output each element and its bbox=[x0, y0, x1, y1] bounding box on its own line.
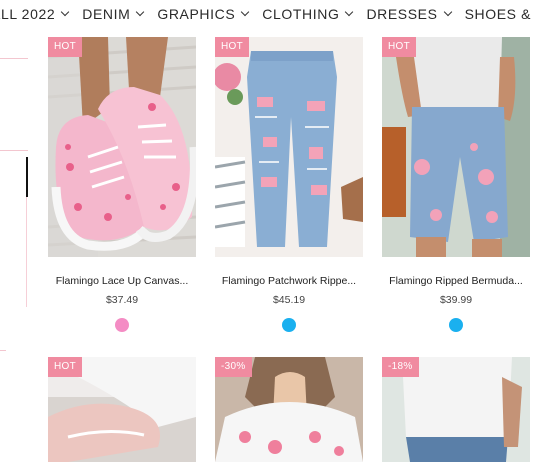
product-badge: HOT bbox=[48, 357, 83, 377]
product-name[interactable]: Flamingo Patchwork Rippe... bbox=[209, 275, 369, 287]
product-badge: -18% bbox=[382, 357, 419, 377]
nav-label: GRAPHICS bbox=[157, 6, 236, 22]
product-badge: HOT bbox=[215, 37, 250, 57]
nav-label: SHOES & A bbox=[464, 6, 534, 22]
sidebar-scroll-thumb[interactable] bbox=[26, 157, 28, 197]
nav-label: ALL 2022 bbox=[0, 6, 56, 22]
chevron-down-icon bbox=[241, 7, 250, 17]
sidebar-scroll-track bbox=[26, 197, 27, 307]
product-image[interactable] bbox=[382, 37, 530, 257]
color-swatch[interactable] bbox=[115, 318, 129, 332]
chevron-down-icon bbox=[136, 7, 145, 17]
nav-item-graphics[interactable]: GRAPHICS bbox=[157, 6, 250, 22]
nav-label: DRESSES bbox=[366, 6, 438, 22]
color-swatch[interactable] bbox=[282, 318, 296, 332]
chevron-down-icon bbox=[443, 7, 452, 17]
product-badge: -30% bbox=[215, 357, 252, 377]
product-price: $37.49 bbox=[105, 294, 139, 306]
product-image[interactable] bbox=[215, 37, 363, 257]
sidebar-divider bbox=[0, 58, 28, 59]
product-name[interactable]: Flamingo Lace Up Canvas... bbox=[42, 275, 202, 287]
chevron-down-icon bbox=[60, 7, 70, 17]
product-name[interactable]: Flamingo Ripped Bermuda... bbox=[376, 275, 534, 287]
top-navigation: ALL 2022 DENIM GRAPHICS CLOTHING DRESSES… bbox=[0, 0, 534, 32]
product-price: $39.99 bbox=[439, 294, 473, 306]
nav-label: DENIM bbox=[82, 6, 131, 22]
nav-item-all-2022[interactable]: ALL 2022 bbox=[0, 6, 70, 22]
nav-item-shoes[interactable]: SHOES & A bbox=[465, 6, 534, 22]
nav-item-dresses[interactable]: DRESSES bbox=[366, 6, 452, 22]
product-badge: HOT bbox=[382, 37, 417, 57]
product-price: $45.19 bbox=[272, 294, 306, 306]
nav-item-clothing[interactable]: CLOTHING bbox=[262, 6, 354, 22]
chevron-down-icon bbox=[345, 7, 354, 17]
sidebar-divider bbox=[0, 150, 28, 151]
color-swatch[interactable] bbox=[449, 318, 463, 332]
sidebar-divider bbox=[0, 350, 6, 351]
nav-item-denim[interactable]: DENIM bbox=[82, 6, 145, 22]
product-image[interactable] bbox=[48, 37, 196, 257]
nav-label: CLOTHING bbox=[262, 6, 340, 22]
product-badge: HOT bbox=[48, 37, 83, 57]
